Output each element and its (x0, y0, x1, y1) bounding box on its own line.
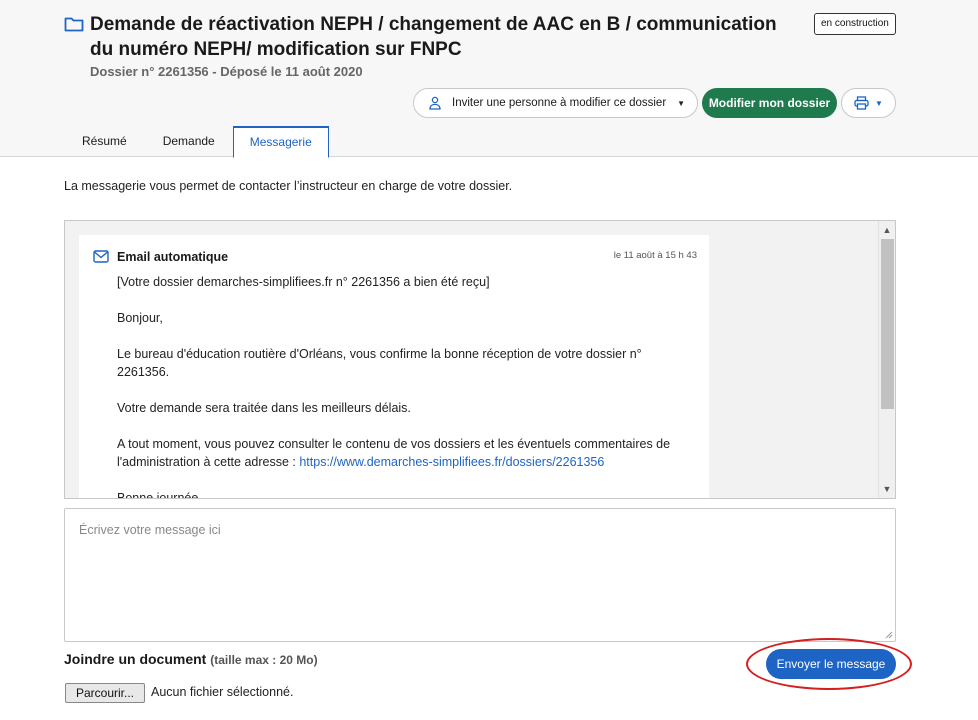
chevron-down-icon: ▼ (875, 98, 883, 108)
message-paragraph: Bonjour, (117, 311, 163, 325)
message-paragraph: Votre demande sera traitée dans les meil… (117, 401, 411, 415)
page-title: Demande de réactivation NEPH / changemen… (90, 14, 777, 60)
message-paragraph: [Votre dossier demarches-simplifiees.fr … (117, 275, 490, 289)
folder-icon (64, 17, 84, 32)
print-button[interactable]: ▼ (841, 88, 896, 118)
invite-button-label: Inviter une personne à modifier ce dossi… (452, 97, 667, 109)
thread-scrollbar[interactable]: ▲ ▼ (878, 221, 895, 498)
message-sender: Email automatique (117, 250, 229, 264)
scroll-thumb[interactable] (881, 239, 894, 409)
message-date: le 11 août à 15 h 43 (613, 250, 697, 261)
file-status: Aucun fichier sélectionné. (151, 685, 294, 699)
send-message-button[interactable]: Envoyer le message (766, 649, 896, 679)
dossier-tabs: Résumé Demande Messagerie (64, 126, 329, 158)
attachment-size-hint: (taille max : 20 Mo) (210, 653, 318, 667)
message-body: [Votre dossier demarches-simplifiees.fr … (117, 273, 697, 499)
message-input[interactable]: Écrivez votre message ici (64, 508, 896, 642)
chevron-down-icon: ▼ (677, 98, 685, 108)
person-icon (429, 96, 441, 110)
message-thread[interactable]: Email automatique le 11 août à 15 h 43 [… (64, 220, 896, 499)
status-badge: en construction (814, 13, 896, 35)
printer-icon (854, 96, 869, 110)
attachment-title: Joindre un document (64, 651, 207, 667)
dossier-header: Demande de réactivation NEPH / changemen… (0, 0, 978, 158)
invite-person-button[interactable]: Inviter une personne à modifier ce dossi… (413, 88, 698, 118)
resize-grip-icon[interactable] (885, 631, 893, 639)
dossier-subtitle: Dossier n° 2261356 - Déposé le 11 août 2… (90, 64, 363, 79)
attachment-label: Joindre un document (taille max : 20 Mo) (64, 651, 318, 667)
browse-file-button[interactable]: Parcourir... (65, 683, 145, 703)
message-item: Email automatique le 11 août à 15 h 43 [… (79, 235, 709, 499)
modify-dossier-button[interactable]: Modifier mon dossier (702, 88, 837, 118)
message-paragraph: Bonne journée, (117, 491, 202, 499)
message-paragraph: Le bureau d'éducation routière d'Orléans… (117, 347, 642, 379)
messaging-intro: La messagerie vous permet de contacter l… (64, 179, 513, 193)
scroll-up-icon[interactable]: ▲ (879, 222, 895, 238)
tab-demande[interactable]: Demande (145, 126, 233, 157)
envelope-icon (93, 250, 109, 263)
scroll-down-icon[interactable]: ▼ (879, 481, 895, 497)
message-paragraph: A tout moment, vous pouvez consulter le … (117, 435, 697, 471)
message-placeholder: Écrivez votre message ici (79, 523, 221, 537)
dossier-link[interactable]: https://www.demarches-simplifiees.fr/dos… (299, 455, 604, 469)
tab-resume[interactable]: Résumé (64, 126, 145, 157)
tab-messagerie[interactable]: Messagerie (232, 126, 329, 158)
